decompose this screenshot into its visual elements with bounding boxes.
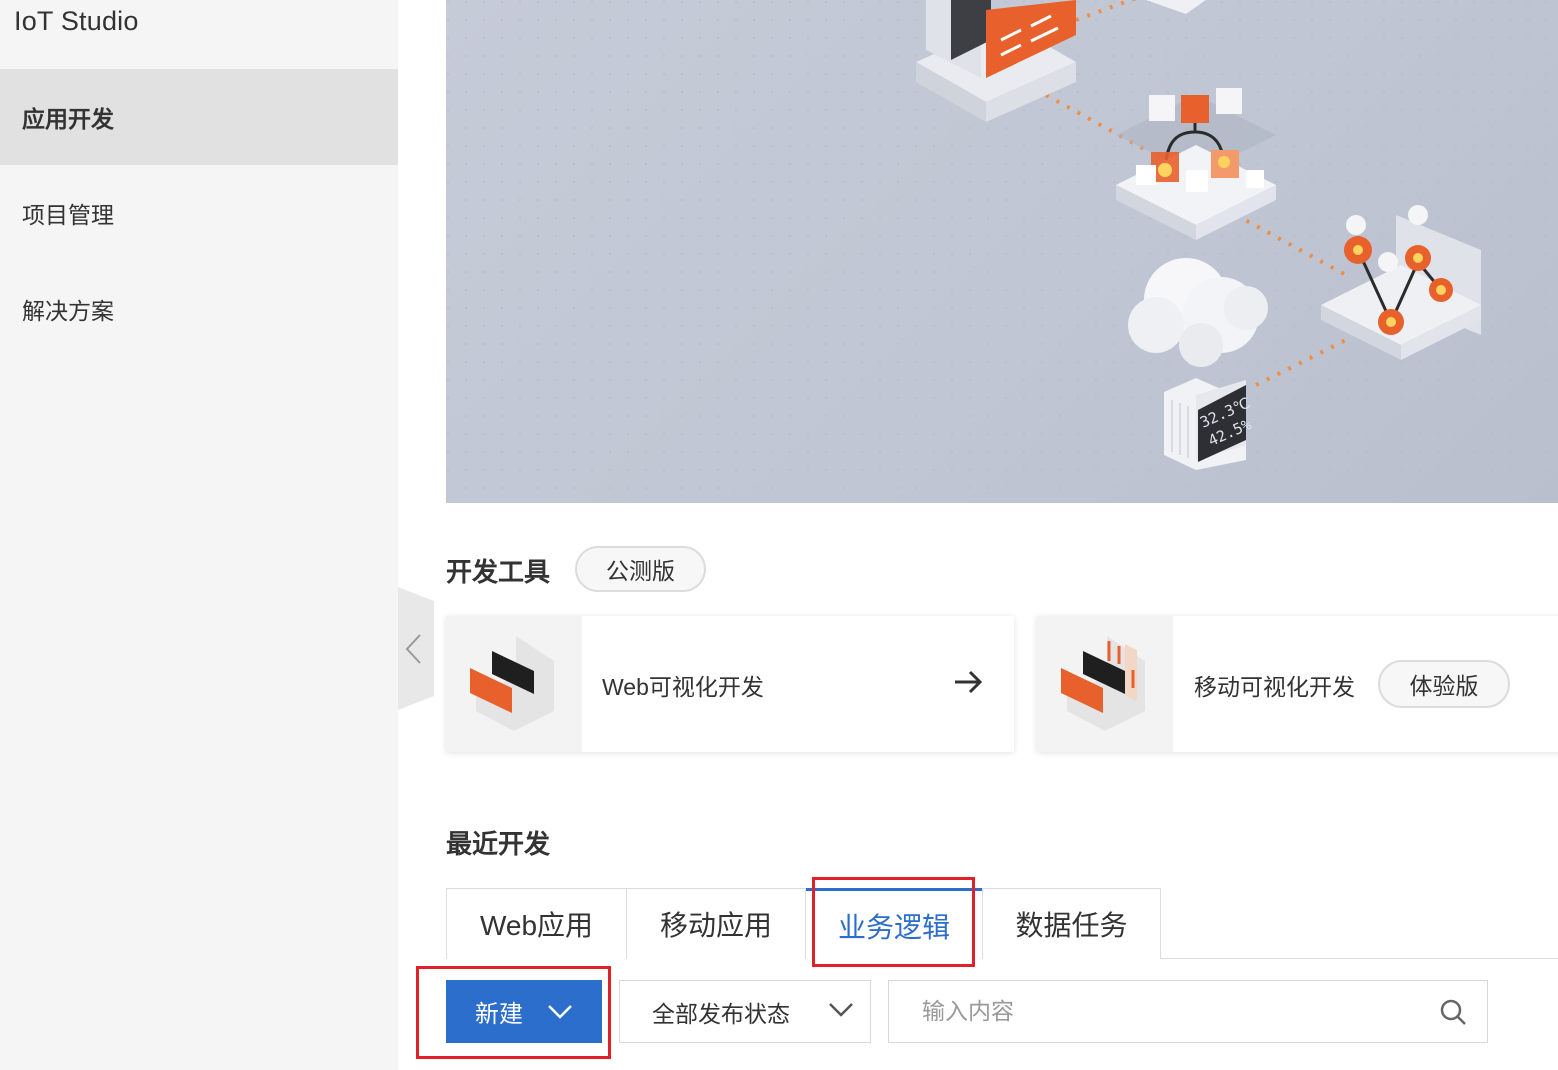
publish-status-select[interactable]: 全部发布状态 (619, 980, 871, 1043)
web-visual-dev-label: Web可视化开发 (602, 674, 764, 700)
chevron-down-icon (548, 1004, 572, 1019)
experience-badge: 体验版 (1378, 660, 1510, 708)
publish-status-value: 全部发布状态 (652, 1000, 790, 1027)
sidebar-item-solutions[interactable]: 解决方案 (0, 261, 398, 357)
search-box (888, 980, 1488, 1043)
mobile-visual-dev-logo (1037, 616, 1173, 752)
sidebar-item-label: 解决方案 (22, 298, 114, 324)
public-beta-badge: 公测版 (575, 546, 706, 592)
tab-web-apps[interactable]: Web应用 (446, 888, 627, 959)
new-button[interactable]: 新建 (446, 980, 602, 1043)
sidebar-item-label: 应用开发 (22, 106, 114, 132)
app-title: IoT Studio (14, 6, 139, 36)
sidebar: IoT Studio 应用开发 项目管理 解决方案 (0, 0, 398, 1070)
banner-illustration: 32.3℃ 42.5% (446, 0, 1558, 503)
chevron-down-icon (829, 1003, 853, 1017)
mobile-visual-dev-label: 移动可视化开发 (1194, 674, 1355, 700)
search-icon[interactable] (1439, 998, 1467, 1026)
recent-dev-title: 最近开发 (446, 829, 551, 859)
search-input[interactable] (889, 981, 1429, 1042)
dev-tools-title: 开发工具 (446, 557, 551, 587)
sidebar-collapse-handle[interactable] (398, 587, 434, 710)
sidebar-item-app-development[interactable]: 应用开发 (0, 69, 398, 165)
web-visual-dev-card[interactable]: Web可视化开发 (446, 616, 1014, 752)
web-visual-dev-logo (446, 616, 582, 752)
mobile-visual-dev-card[interactable]: 移动可视化开发 体验版 (1037, 616, 1558, 752)
new-button-label: 新建 (475, 1001, 523, 1028)
tab-mobile-apps[interactable]: 移动应用 (626, 888, 806, 959)
tab-data-tasks[interactable]: 数据任务 (982, 888, 1161, 959)
sidebar-item-project-management[interactable]: 项目管理 (0, 165, 398, 261)
tab-business-logic[interactable]: 业务逻辑 (806, 888, 982, 960)
arrow-right-icon[interactable] (952, 666, 984, 703)
sidebar-item-label: 项目管理 (22, 202, 114, 228)
